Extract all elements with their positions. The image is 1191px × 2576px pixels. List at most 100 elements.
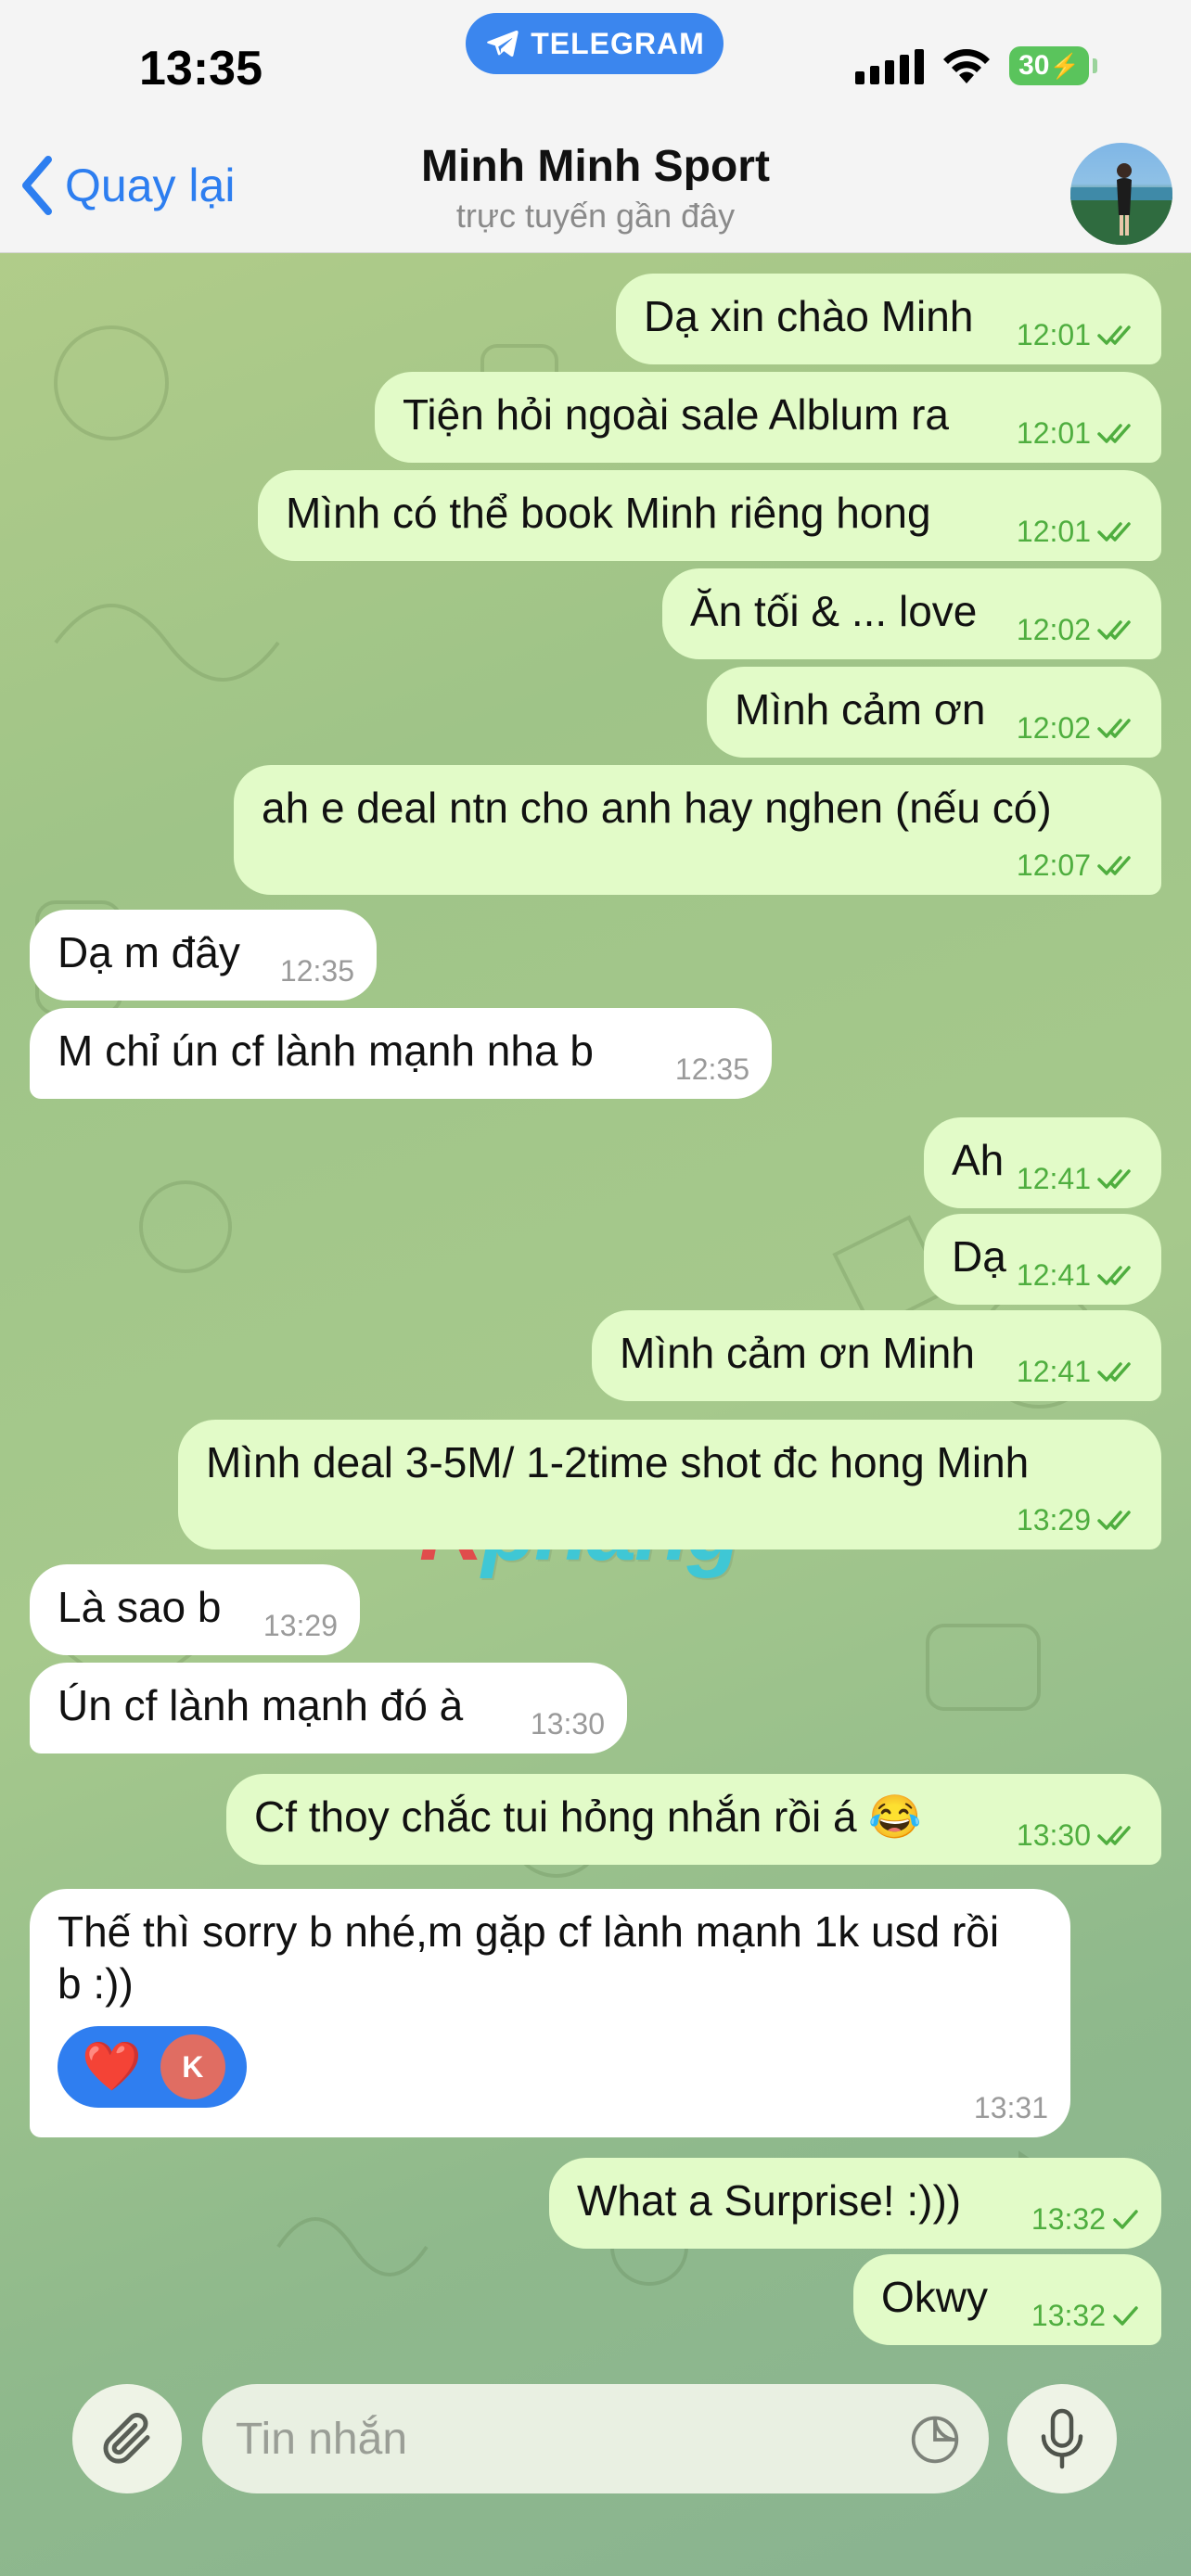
message-text: Okwy bbox=[881, 2273, 988, 2321]
message-incoming[interactable]: Dạ m đây 12:35 bbox=[30, 910, 377, 1001]
double-check-icon bbox=[1096, 322, 1139, 348]
message-text: M chỉ ún cf lành mạnh nha b bbox=[58, 1027, 594, 1075]
wifi-icon bbox=[943, 49, 990, 83]
telegram-icon bbox=[487, 30, 519, 57]
telegram-pill[interactable]: TELEGRAM bbox=[466, 13, 724, 74]
chat-title[interactable]: Minh Minh Sport bbox=[0, 141, 1191, 192]
attach-button[interactable] bbox=[72, 2384, 182, 2493]
message-time: 12:41 bbox=[1016, 1355, 1091, 1388]
double-check-icon bbox=[1096, 715, 1139, 741]
battery-level: 30 bbox=[1018, 50, 1050, 81]
battery-icon: 30 ⚡ bbox=[1009, 46, 1097, 85]
message-time: 13:30 bbox=[530, 1707, 605, 1741]
double-check-icon bbox=[1096, 1262, 1139, 1288]
message-meta: 12:07 bbox=[1017, 850, 1139, 880]
message-text: Mình deal 3-5M/ 1-2time shot đc hong Min… bbox=[206, 1438, 1030, 1486]
message-meta: 13:30 bbox=[1017, 1820, 1139, 1850]
message-meta: 12:01 bbox=[1017, 320, 1139, 350]
message-time: 12:35 bbox=[279, 954, 354, 988]
message-meta: 12:02 bbox=[1017, 713, 1139, 743]
message-text: Dạ m đây bbox=[58, 928, 240, 976]
message-outgoing[interactable]: Dạ 12:41 bbox=[924, 1214, 1161, 1305]
message-outgoing[interactable]: Mình cảm ơn Minh 12:41 bbox=[592, 1310, 1161, 1401]
message-time: 13:32 bbox=[1031, 2202, 1106, 2236]
message-time: 13:29 bbox=[1016, 1503, 1091, 1537]
sticker-icon[interactable] bbox=[909, 2414, 961, 2466]
check-icon bbox=[1111, 2302, 1139, 2328]
message-meta: 13:31 bbox=[974, 2093, 1048, 2123]
message-time: 12:02 bbox=[1016, 711, 1091, 745]
message-meta: 12:02 bbox=[1017, 615, 1139, 644]
top-bar: 13:35 TELEGRAM 30 ⚡ Quay lại Minh Minh Sp… bbox=[0, 0, 1191, 253]
message-outgoing[interactable]: Ah 12:41 bbox=[924, 1117, 1161, 1208]
message-time: 12:41 bbox=[1016, 1258, 1091, 1292]
message-outgoing[interactable]: Mình cảm ơn 12:02 bbox=[707, 667, 1161, 758]
message-outgoing[interactable]: Okwy 13:32 bbox=[853, 2254, 1161, 2345]
message-time: 12:41 bbox=[1016, 1162, 1091, 1195]
chat-status: trực tuyến gần đây bbox=[455, 197, 736, 235]
telegram-label: TELEGRAM bbox=[531, 26, 705, 60]
message-input[interactable]: Tin nhắn bbox=[202, 2384, 989, 2493]
message-meta: 12:35 bbox=[280, 956, 354, 986]
double-check-icon bbox=[1096, 518, 1139, 544]
message-text: Ah bbox=[952, 1136, 1005, 1184]
message-meta: 12:41 bbox=[1017, 1357, 1139, 1386]
double-check-icon bbox=[1096, 617, 1139, 643]
message-time: 12:35 bbox=[674, 1052, 749, 1086]
message-text: Mình có thể book Minh riêng hong bbox=[286, 489, 931, 537]
message-time: 13:31 bbox=[973, 2091, 1048, 2124]
message-text: What a Surprise! :))) bbox=[577, 2176, 962, 2225]
message-meta: 12:01 bbox=[1017, 516, 1139, 546]
message-time: 13:30 bbox=[1016, 1818, 1091, 1852]
message-outgoing[interactable]: What a Surprise! :))) 13:32 bbox=[549, 2158, 1161, 2249]
message-text: Mình cảm ơn Minh bbox=[620, 1329, 975, 1377]
reaction-user-avatar: K bbox=[160, 2034, 225, 2099]
message-time: 12:01 bbox=[1016, 416, 1091, 450]
message-incoming[interactable]: M chỉ ún cf lành mạnh nha b 12:35 bbox=[30, 1008, 772, 1099]
check-icon bbox=[1111, 2206, 1139, 2232]
voice-record-button[interactable] bbox=[1007, 2384, 1117, 2493]
message-text: Dạ xin chào Minh bbox=[644, 292, 974, 340]
double-check-icon bbox=[1096, 852, 1139, 878]
message-input-placeholder: Tin nhắn bbox=[236, 2414, 408, 2464]
message-outgoing[interactable]: Dạ xin chào Minh 12:01 bbox=[616, 274, 1161, 364]
chat-area[interactable]: Rphang Dạ xin chào Minh 12:01 Tiện hỏi n… bbox=[0, 253, 1191, 2349]
message-incoming[interactable]: Ún cf lành mạnh đó à 13:30 bbox=[30, 1663, 627, 1753]
message-outgoing[interactable]: Mình có thể book Minh riêng hong 12:01 bbox=[258, 470, 1161, 561]
double-check-icon bbox=[1096, 1358, 1139, 1384]
message-time: 12:01 bbox=[1016, 515, 1091, 548]
microphone-icon bbox=[1041, 2408, 1083, 2469]
message-time: 12:02 bbox=[1016, 613, 1091, 646]
message-outgoing[interactable]: Cf thoy chắc tui hỏng nhắn rồi á 😂 13:30 bbox=[226, 1774, 1161, 1865]
message-time: 12:01 bbox=[1016, 318, 1091, 351]
message-incoming[interactable]: Thế thì sorry b nhé,m gặp cf lành mạnh 1… bbox=[30, 1889, 1070, 2137]
message-meta: 12:41 bbox=[1017, 1260, 1139, 1290]
message-composer: Tin nhắn bbox=[0, 2349, 1191, 2576]
message-meta: 13:29 bbox=[1017, 1505, 1139, 1535]
message-meta: 13:29 bbox=[263, 1611, 338, 1640]
message-meta: 12:41 bbox=[1017, 1164, 1139, 1193]
message-text: Tiện hỏi ngoài sale Alblum ra bbox=[403, 390, 949, 439]
message-outgoing[interactable]: Mình deal 3-5M/ 1-2time shot đc hong Min… bbox=[178, 1420, 1161, 1549]
message-text: Cf thoy chắc tui hỏng nhắn rồi á 😂 bbox=[254, 1792, 922, 1841]
message-reactions[interactable]: ❤️ K bbox=[58, 2026, 247, 2108]
message-meta: 13:32 bbox=[1031, 2204, 1139, 2234]
message-outgoing[interactable]: ah e deal ntn cho anh hay nghen (nếu có)… bbox=[234, 765, 1161, 895]
message-meta: 12:01 bbox=[1017, 418, 1139, 448]
double-check-icon bbox=[1096, 420, 1139, 446]
status-icons: 30 ⚡ bbox=[855, 46, 1097, 85]
message-incoming[interactable]: Là sao b 13:29 bbox=[30, 1564, 360, 1655]
paperclip-icon bbox=[103, 2413, 150, 2464]
message-time: 12:07 bbox=[1016, 848, 1091, 882]
message-text: Ún cf lành mạnh đó à bbox=[58, 1681, 464, 1729]
message-text: Thế thì sorry b nhé,m gặp cf lành mạnh 1… bbox=[58, 1907, 1000, 2008]
message-text: Ăn tối & ... love bbox=[690, 587, 978, 635]
heart-icon: ❤️ bbox=[82, 2040, 142, 2094]
signal-icon bbox=[855, 47, 924, 84]
double-check-icon bbox=[1096, 1822, 1139, 1848]
message-outgoing[interactable]: Ăn tối & ... love 12:02 bbox=[662, 568, 1161, 659]
message-meta: 13:30 bbox=[531, 1709, 605, 1739]
message-time: 13:29 bbox=[263, 1609, 338, 1642]
message-outgoing[interactable]: Tiện hỏi ngoài sale Alblum ra 12:01 bbox=[375, 372, 1161, 463]
contact-avatar[interactable] bbox=[1070, 143, 1172, 245]
